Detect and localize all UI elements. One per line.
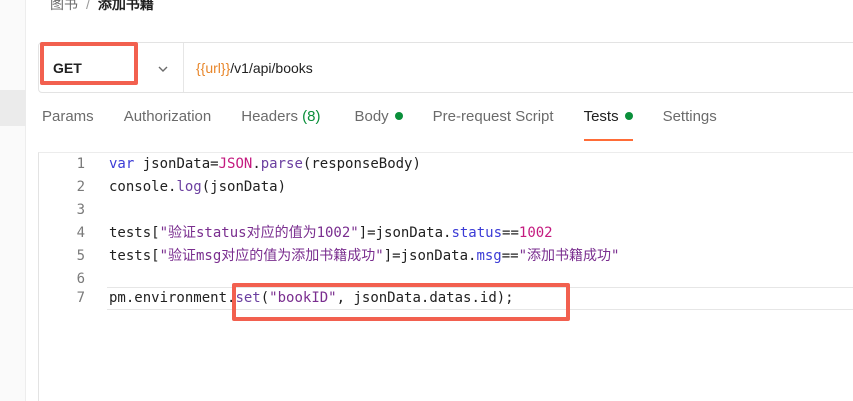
code-text[interactable]: console.log(jsonData) [109, 176, 286, 199]
line-number: 4 [76, 225, 85, 241]
code-token: msg [476, 248, 502, 264]
chevron-down-icon[interactable] [157, 62, 169, 74]
code-token: console. [109, 179, 177, 195]
code-token: "bookID" [269, 290, 337, 306]
line-number: 2 [76, 179, 85, 195]
tab-body[interactable]: Body [354, 108, 403, 144]
code-token: jsonData= [134, 156, 219, 172]
code-line[interactable]: 2 console.log(jsonData) [39, 176, 853, 199]
code-text[interactable]: pm.environment.set("bookID", jsonData.da… [109, 287, 514, 310]
code-line[interactable]: 4 tests["验证status对应的值为1002"]=jsonData.st… [39, 222, 853, 245]
tab-params[interactable]: Params [42, 108, 94, 144]
tab-pre-request-script[interactable]: Pre-request Script [433, 108, 554, 144]
method-label: GET [53, 59, 82, 76]
tab-tests-label: Tests [583, 108, 619, 125]
tab-body-label: Body [354, 108, 389, 125]
code-text[interactable]: var jsonData=JSON.parse(responseBody) [109, 153, 421, 176]
code-token: , jsonData.datas.id); [336, 290, 514, 306]
code-token: "验证status对应的值为1002" [159, 225, 359, 241]
code-token: (jsonData) [201, 179, 287, 195]
tab-headers[interactable]: Headers (8) [241, 108, 320, 144]
code-text[interactable]: tests["验证status对应的值为1002"]=jsonData.stat… [109, 222, 553, 245]
code-token: pm.environment. [109, 290, 236, 306]
breadcrumb-current: 添加书籍 [97, 0, 154, 12]
code-token: JSON [218, 156, 253, 172]
tab-authorization-label: Authorization [123, 108, 212, 125]
code-token: ]=jsonData. [383, 248, 477, 264]
code-token: var [109, 156, 135, 172]
code-token: == [502, 225, 519, 241]
request-bar: GET {{url}}/v1/api/books [38, 42, 853, 93]
url-input[interactable]: {{url}}/v1/api/books [184, 43, 313, 92]
breadcrumb-separator: / [86, 0, 90, 12]
tab-params-label: Params [42, 108, 94, 125]
sidebar-selected-row [0, 90, 26, 126]
code-line[interactable]: 5 tests["验证msg对应的值为添加书籍成功"]=jsonData.msg… [39, 245, 853, 268]
code-token: == [501, 248, 519, 264]
body-status-dot [394, 112, 403, 120]
code-token: ]=jsonData. [358, 225, 452, 241]
code-token: log [176, 179, 202, 195]
code-token: 1002 [518, 225, 553, 241]
line-number: 7 [76, 290, 85, 306]
request-tabs: Params Authorization Headers (8) Body Pr… [42, 108, 717, 144]
code-token: "验证msg对应的值为添加书籍成功" [159, 248, 384, 264]
code-token: tests[ [109, 225, 160, 241]
code-token: status [451, 225, 503, 241]
tab-settings-label: Settings [662, 108, 717, 125]
url-variable: {{url}} [196, 59, 231, 76]
method-selector[interactable]: GET [39, 43, 184, 92]
tab-headers-label: Headers [241, 108, 298, 125]
line-number: 3 [76, 202, 85, 218]
left-sidebar-strip [0, 0, 26, 401]
code-token: tests[ [109, 248, 160, 264]
line-number: 5 [76, 248, 85, 264]
breadcrumb: 图书 / 添加书籍 [50, 0, 154, 14]
tab-authorization[interactable]: Authorization [124, 108, 212, 144]
code-token: parse [260, 156, 303, 172]
code-line-current[interactable]: 7 pm.environment.set("bookID", jsonData.… [39, 287, 853, 310]
code-token: . [252, 156, 261, 172]
code-token: "添加书籍成功" [518, 248, 620, 264]
tab-settings[interactable]: Settings [663, 108, 717, 144]
tab-tests[interactable]: Tests [583, 108, 633, 144]
breadcrumb-parent[interactable]: 图书 [50, 0, 78, 14]
tab-pre-request-script-label: Pre-request Script [432, 108, 554, 125]
line-number: 1 [76, 156, 85, 172]
tests-status-dot [624, 112, 633, 120]
code-editor[interactable]: 1 var jsonData=JSON.parse(responseBody) … [38, 152, 853, 401]
headers-count-badge: (8) [302, 108, 321, 125]
code-text[interactable]: tests["验证msg对应的值为添加书籍成功"]=jsonData.msg==… [109, 245, 619, 268]
code-token: (responseBody) [302, 156, 421, 172]
code-token: set [235, 290, 261, 306]
code-token: ( [260, 290, 270, 306]
code-line[interactable]: 1 var jsonData=JSON.parse(responseBody) [39, 153, 853, 176]
code-line[interactable]: 3 [39, 199, 853, 222]
url-path: /v1/api/books [230, 59, 313, 76]
